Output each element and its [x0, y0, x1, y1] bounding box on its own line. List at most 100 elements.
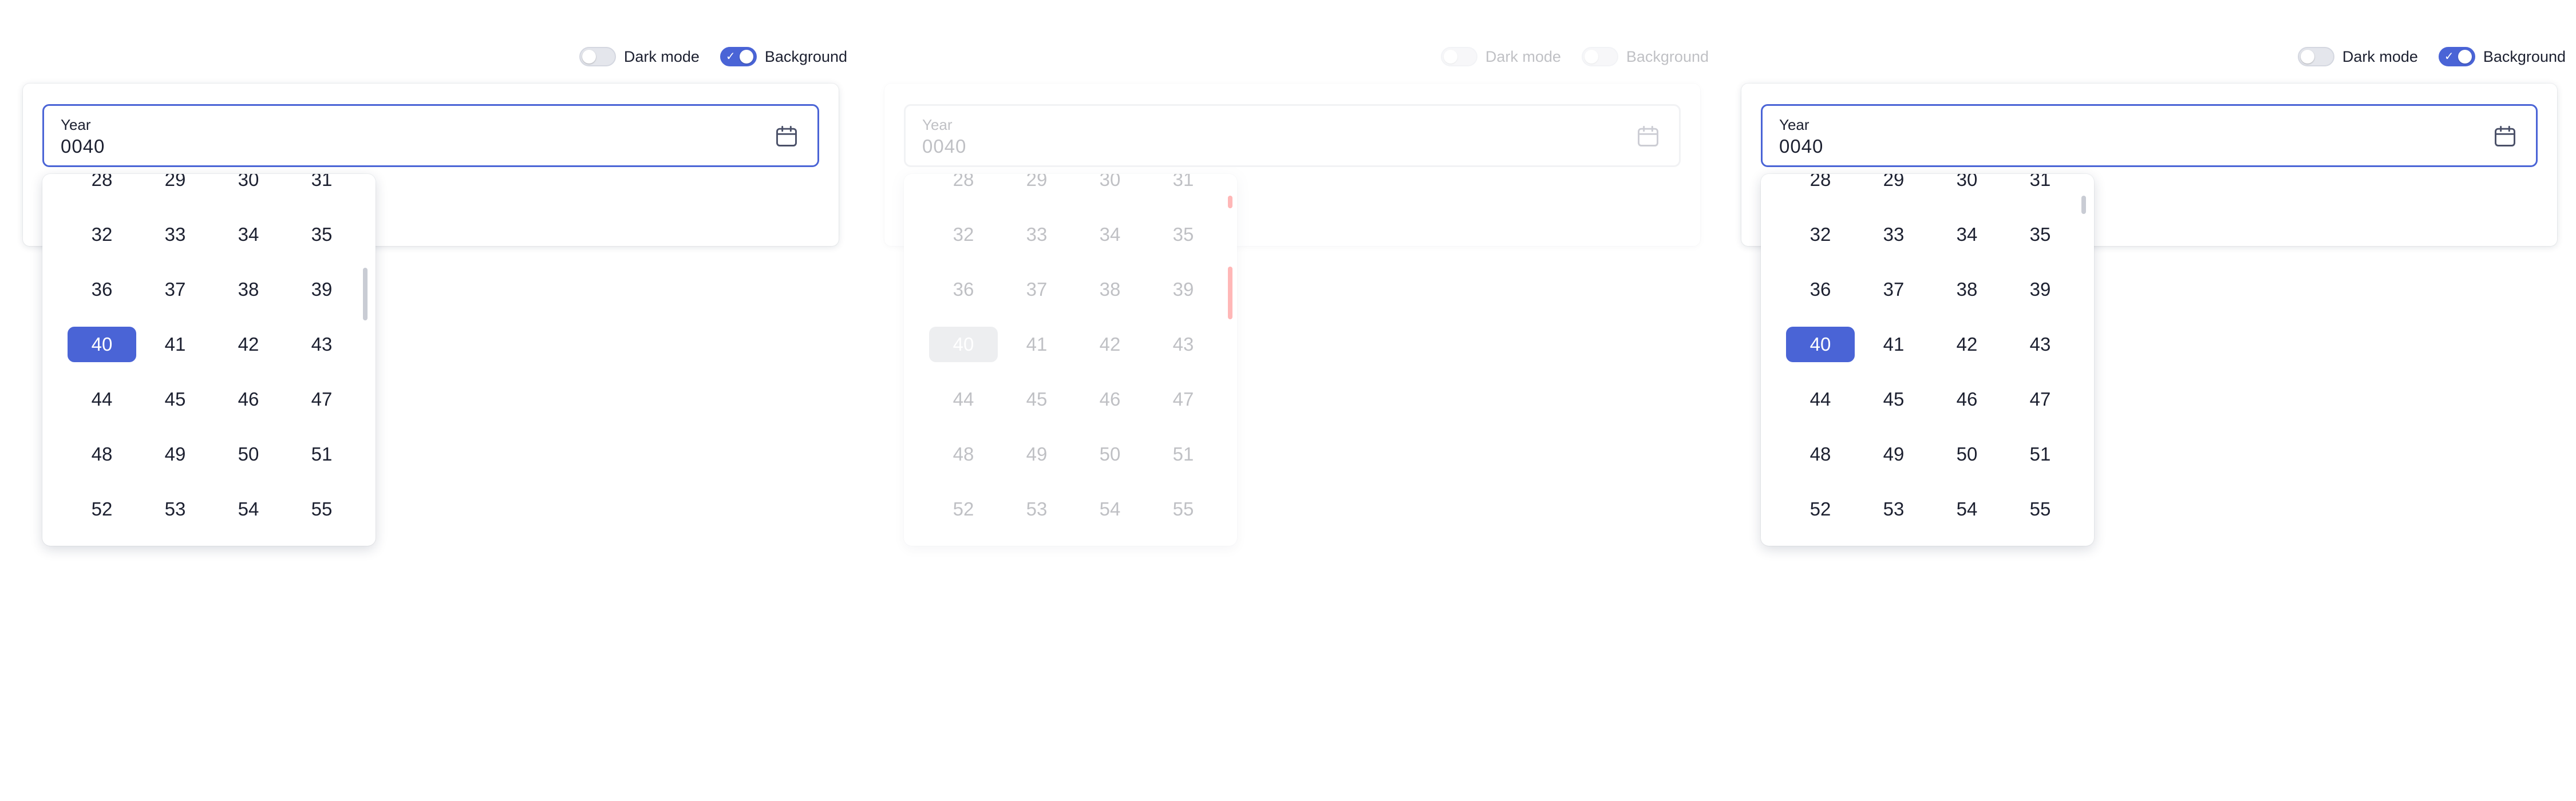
year-option[interactable]: 43	[285, 317, 358, 372]
background-toggle[interactable]: Background	[1581, 47, 1709, 66]
year-option[interactable]: 54	[1073, 482, 1147, 537]
year-option[interactable]: 38	[1073, 262, 1147, 317]
calendar-icon[interactable]	[2492, 123, 2518, 149]
year-option[interactable]: 48	[65, 427, 139, 482]
year-option[interactable]: 32	[1784, 207, 1857, 262]
background-toggle[interactable]: ✓ Background	[720, 47, 847, 66]
background-switch[interactable]	[1581, 47, 1618, 66]
year-option[interactable]: 44	[1784, 372, 1857, 427]
year-option[interactable]: 33	[139, 207, 212, 262]
year-option[interactable]: 36	[1784, 262, 1857, 317]
year-option[interactable]: 54	[1930, 482, 2004, 537]
year-option[interactable]: 47	[1147, 372, 1220, 427]
year-option[interactable]: 39	[285, 262, 358, 317]
year-option[interactable]: 41	[139, 317, 212, 372]
year-option[interactable]: 31	[285, 174, 358, 207]
year-option[interactable]: 34	[212, 207, 285, 262]
year-option[interactable]: 48	[927, 427, 1000, 482]
year-option[interactable]: 29	[1000, 174, 1073, 207]
year-option[interactable]: 55	[1147, 482, 1220, 537]
year-option[interactable]: 45	[1857, 372, 1930, 427]
year-option[interactable]: 46	[1930, 372, 2004, 427]
scroll-marker-thumb[interactable]	[1228, 267, 1232, 319]
year-field-value[interactable]: 0040	[61, 136, 105, 157]
year-option[interactable]: 42	[1073, 317, 1147, 372]
year-option[interactable]: 38	[212, 262, 285, 317]
year-option[interactable]: 43	[1147, 317, 1220, 372]
year-option[interactable]: 31	[1147, 174, 1220, 207]
year-option[interactable]: 54	[212, 482, 285, 537]
year-option[interactable]: 35	[285, 207, 358, 262]
year-option[interactable]: 37	[139, 262, 212, 317]
dark-mode-toggle[interactable]: Dark mode	[579, 47, 700, 66]
year-option[interactable]: 46	[212, 372, 285, 427]
year-option[interactable]: 39	[2004, 262, 2077, 317]
year-option[interactable]: 55	[285, 482, 358, 537]
year-option[interactable]: 29	[139, 174, 212, 207]
scrollbar-thumb[interactable]	[2081, 196, 2086, 214]
year-option[interactable]: 42	[1930, 317, 2004, 372]
dark-mode-toggle[interactable]: Dark mode	[2297, 47, 2418, 66]
year-option[interactable]: 51	[285, 427, 358, 482]
year-field[interactable]: Year 0040	[1761, 104, 2538, 167]
year-option[interactable]: 52	[1784, 482, 1857, 537]
year-option[interactable]: 42	[212, 317, 285, 372]
year-option[interactable]: 30	[1073, 174, 1147, 207]
calendar-icon[interactable]	[1635, 123, 1661, 149]
year-option[interactable]: 38	[1930, 262, 2004, 317]
year-option-selected[interactable]: 40	[927, 317, 1000, 372]
year-option[interactable]: 35	[2004, 207, 2077, 262]
calendar-icon[interactable]	[774, 123, 799, 149]
year-option[interactable]: 44	[65, 372, 139, 427]
scrollbar-thumb[interactable]	[363, 268, 368, 320]
year-option[interactable]: 28	[1784, 174, 1857, 207]
year-field-value[interactable]: 0040	[922, 136, 966, 157]
year-field[interactable]: Year 0040	[904, 104, 1681, 167]
year-option[interactable]: 47	[285, 372, 358, 427]
year-option[interactable]: 49	[1000, 427, 1073, 482]
year-option[interactable]: 35	[1147, 207, 1220, 262]
year-option[interactable]: 45	[139, 372, 212, 427]
year-option-selected[interactable]: 40	[65, 317, 139, 372]
year-option[interactable]: 47	[2004, 372, 2077, 427]
year-option[interactable]: 41	[1000, 317, 1073, 372]
year-option[interactable]: 34	[1073, 207, 1147, 262]
background-switch[interactable]: ✓	[720, 47, 757, 66]
year-option[interactable]: 33	[1000, 207, 1073, 262]
year-option[interactable]: 50	[212, 427, 285, 482]
year-option[interactable]: 33	[1857, 207, 1930, 262]
year-option[interactable]: 31	[2004, 174, 2077, 207]
year-option[interactable]: 51	[2004, 427, 2077, 482]
year-option[interactable]: 29	[1857, 174, 1930, 207]
year-option[interactable]: 32	[65, 207, 139, 262]
year-option[interactable]: 45	[1000, 372, 1073, 427]
year-field-value[interactable]: 0040	[1779, 136, 1823, 157]
year-option[interactable]: 51	[1147, 427, 1220, 482]
year-option[interactable]: 28	[65, 174, 139, 207]
year-option[interactable]: 52	[65, 482, 139, 537]
year-option[interactable]: 55	[2004, 482, 2077, 537]
dark-mode-toggle[interactable]: Dark mode	[1440, 47, 1561, 66]
year-option[interactable]: 34	[1930, 207, 2004, 262]
year-field[interactable]: Year 0040	[42, 104, 819, 167]
year-option[interactable]: 46	[1073, 372, 1147, 427]
year-option[interactable]: 50	[1073, 427, 1147, 482]
year-option[interactable]: 30	[1930, 174, 2004, 207]
year-option[interactable]: 28	[927, 174, 1000, 207]
year-option[interactable]: 52	[927, 482, 1000, 537]
year-option[interactable]: 36	[927, 262, 1000, 317]
year-option[interactable]: 53	[139, 482, 212, 537]
year-option[interactable]: 50	[1930, 427, 2004, 482]
year-option[interactable]: 49	[139, 427, 212, 482]
year-option[interactable]: 53	[1857, 482, 1930, 537]
year-option[interactable]: 41	[1857, 317, 1930, 372]
year-option[interactable]: 53	[1000, 482, 1073, 537]
background-toggle[interactable]: ✓ Background	[2438, 47, 2566, 66]
year-option[interactable]: 37	[1857, 262, 1930, 317]
year-option[interactable]: 37	[1000, 262, 1073, 317]
background-switch[interactable]: ✓	[2438, 47, 2475, 66]
year-option[interactable]: 30	[212, 174, 285, 207]
year-option[interactable]: 32	[927, 207, 1000, 262]
dark-mode-switch[interactable]	[579, 47, 616, 66]
year-option[interactable]: 36	[65, 262, 139, 317]
